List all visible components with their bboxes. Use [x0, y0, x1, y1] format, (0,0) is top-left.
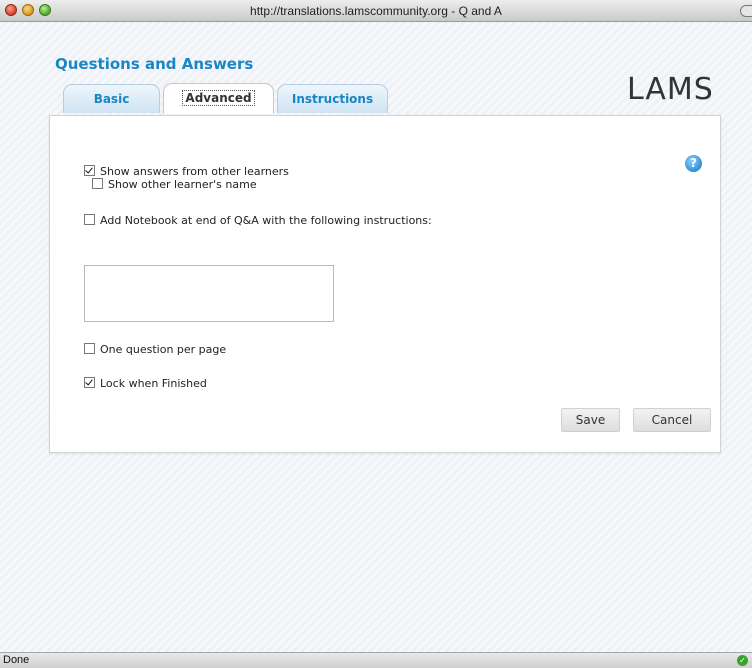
secure-check-icon: ✓ — [737, 655, 748, 666]
lock-finished-label: Lock when Finished — [100, 377, 207, 390]
tab-instructions[interactable]: Instructions — [277, 84, 388, 113]
window-title: http://translations.lamscommunity.org - … — [250, 4, 502, 18]
toolbar-toggle-button[interactable] — [740, 5, 752, 17]
save-button[interactable]: Save — [561, 408, 620, 432]
lams-logo: LAMS — [627, 72, 714, 107]
tab-advanced[interactable]: Advanced — [163, 83, 274, 114]
lock-finished-checkbox[interactable] — [84, 377, 95, 388]
logo-text: LAMS — [627, 72, 714, 107]
one-question-label: One question per page — [100, 343, 227, 356]
help-icon[interactable]: ? — [685, 155, 702, 172]
show-name-option[interactable]: Show other learner's name — [92, 178, 257, 191]
page-content: Questions and Answers LAMS Basic Advance… — [0, 22, 752, 652]
cancel-button[interactable]: Cancel — [633, 408, 711, 432]
add-notebook-checkbox[interactable] — [84, 214, 95, 225]
one-question-checkbox[interactable] — [84, 343, 95, 354]
notebook-instructions-textarea[interactable] — [84, 265, 334, 322]
status-bar: Done ✓ — [0, 652, 752, 668]
page-title: Questions and Answers — [55, 55, 254, 73]
advanced-settings-panel: ? Show answers from other learners Show … — [49, 115, 721, 453]
show-name-label: Show other learner's name — [108, 178, 257, 191]
lock-finished-option[interactable]: Lock when Finished — [84, 377, 207, 390]
add-notebook-label: Add Notebook at end of Q&A with the foll… — [100, 214, 432, 227]
tab-advanced-label: Advanced — [182, 90, 255, 106]
add-notebook-option[interactable]: Add Notebook at end of Q&A with the foll… — [84, 214, 432, 227]
one-question-option[interactable]: One question per page — [84, 343, 226, 356]
tab-basic[interactable]: Basic — [63, 84, 160, 113]
show-answers-checkbox[interactable] — [84, 165, 95, 176]
show-answers-label: Show answers from other learners — [100, 165, 289, 178]
window-titlebar: http://translations.lamscommunity.org - … — [0, 0, 752, 22]
status-text: Done — [3, 654, 30, 666]
show-answers-option[interactable]: Show answers from other learners — [84, 165, 289, 178]
show-name-checkbox[interactable] — [92, 178, 103, 189]
